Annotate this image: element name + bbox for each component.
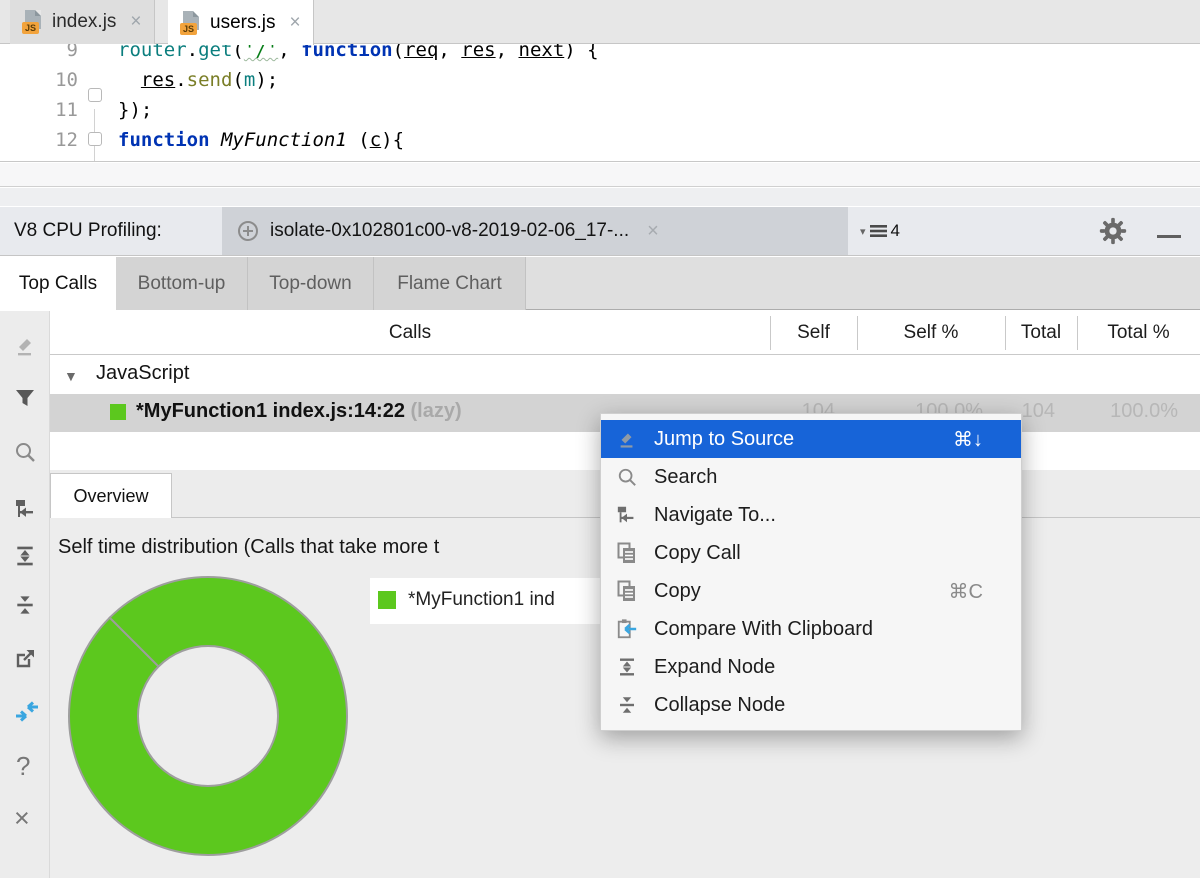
series-color-swatch xyxy=(110,404,126,420)
chevron-down-icon: ▾ xyxy=(860,225,866,238)
editor-tab-bar: JS index.js × JS users.js × xyxy=(0,0,1200,44)
navigate-icon xyxy=(615,504,639,526)
fold-marker-icon[interactable] xyxy=(88,132,102,146)
collapse-icon xyxy=(615,694,639,716)
menu-item-expand-node[interactable]: Expand Node xyxy=(601,648,1021,686)
search-icon[interactable] xyxy=(14,441,36,463)
editor-toolwindow-gap xyxy=(0,163,1200,187)
hide-toolwindow-icon[interactable] xyxy=(1157,235,1181,238)
tab-top-calls[interactable]: Top Calls xyxy=(0,257,116,311)
expand-all-icon[interactable] xyxy=(14,545,36,567)
line-number: 9 xyxy=(0,44,78,65)
help-icon[interactable]: ? xyxy=(16,751,30,773)
menu-item-navigate-to[interactable]: Navigate To... xyxy=(601,496,1021,534)
self-time-donut-chart xyxy=(62,570,354,862)
toolwindow-top-pad xyxy=(0,188,1200,206)
group-label: JavaScript xyxy=(96,362,189,385)
fold-marker-icon[interactable] xyxy=(88,88,102,102)
settings-gear-icon[interactable] xyxy=(1099,217,1127,245)
session-tab-title: isolate-0x102801c00-v8-2019-02-06_17-... xyxy=(270,220,629,242)
js-file-icon: JS xyxy=(180,11,202,35)
menu-item-compare-with-clipboard[interactable]: Compare With Clipboard xyxy=(601,610,1021,648)
tab-label: index.js xyxy=(52,11,116,33)
code-line-10: res.send(m); xyxy=(118,65,278,95)
column-header-total[interactable]: Total xyxy=(1005,311,1077,355)
scroll-to-source-icon[interactable] xyxy=(14,701,36,723)
expand-icon xyxy=(615,656,639,678)
cell-total: 104 xyxy=(1022,400,1055,423)
column-header-calls[interactable]: Calls xyxy=(50,311,770,355)
edit-source-icon[interactable] xyxy=(14,334,36,356)
tab-overview[interactable]: Overview xyxy=(50,473,172,518)
compare-clipboard-icon xyxy=(615,618,639,640)
pencil-icon xyxy=(615,428,639,450)
tab-users-js[interactable]: JS users.js × xyxy=(168,0,314,45)
tab-label: users.js xyxy=(210,12,275,34)
line-number: 11 xyxy=(0,95,78,125)
code-editor[interactable]: 9 10 11 12 router.get('/', function(req,… xyxy=(0,44,1200,162)
code-line-12: function MyFunction1 (c){ xyxy=(118,125,404,155)
cell-total-pct: 100.0% xyxy=(1110,400,1178,423)
ide-window: JS index.js × JS users.js × 9 10 11 12 r… xyxy=(0,0,1200,878)
sessions-history-dropdown[interactable]: ▾ 4 xyxy=(860,207,900,255)
menu-item-collapse-node[interactable]: Collapse Node xyxy=(601,686,1021,724)
profiler-header: V8 CPU Profiling: isolate-0x102801c00-v8… xyxy=(0,207,1200,256)
line-number: 10 xyxy=(0,65,78,95)
legend-color-swatch xyxy=(378,591,396,609)
sessions-count: 4 xyxy=(891,221,900,241)
menu-item-search[interactable]: Search xyxy=(601,458,1021,496)
list-icon xyxy=(869,223,888,239)
filter-icon[interactable] xyxy=(14,387,36,409)
collapse-all-icon[interactable] xyxy=(14,594,36,616)
close-icon[interactable]: × xyxy=(14,803,30,825)
tab-flame-chart[interactable]: Flame Chart xyxy=(374,257,526,310)
profiler-view-tabs: Top Calls Bottom-up Top-down Flame Chart xyxy=(0,257,1200,310)
close-session-icon[interactable]: × xyxy=(647,220,659,243)
copy-icon xyxy=(615,542,639,564)
menu-item-jump-to-source[interactable]: Jump to Source ⌘↓ xyxy=(601,420,1021,458)
js-file-icon: JS xyxy=(22,10,44,34)
search-icon xyxy=(615,466,639,488)
close-tab-icon[interactable]: × xyxy=(289,12,300,34)
copy-icon xyxy=(615,580,639,602)
close-tab-icon[interactable]: × xyxy=(130,11,141,33)
code-line-9: router.get('/', function(req, res, next)… xyxy=(118,44,599,65)
legend-label: *MyFunction1 ind xyxy=(408,589,555,611)
tab-bottom-up[interactable]: Bottom-up xyxy=(116,257,248,310)
export-icon[interactable] xyxy=(14,647,36,669)
profile-session-icon xyxy=(236,219,260,243)
menu-item-copy[interactable]: Copy ⌘C xyxy=(601,572,1021,610)
chevron-expanded-icon[interactable]: ▼ xyxy=(64,368,78,384)
call-label: *MyFunction1 index.js:14:22 (lazy) xyxy=(136,400,462,423)
column-header-total-pct[interactable]: Total % xyxy=(1077,311,1200,355)
context-menu: Jump to Source ⌘↓ Search Navigate To... … xyxy=(600,413,1022,731)
toolwindow-title: V8 CPU Profiling: xyxy=(0,207,222,255)
chart-legend: *MyFunction1 ind xyxy=(370,578,602,624)
call-suffix: (lazy) xyxy=(411,400,462,422)
profiler-side-toolbar: ? × xyxy=(0,311,50,878)
calls-table-header: Calls Self Self % Total Total % xyxy=(50,311,1200,355)
profiling-session-tab[interactable]: isolate-0x102801c00-v8-2019-02-06_17-...… xyxy=(222,207,848,255)
tab-top-down[interactable]: Top-down xyxy=(248,257,374,310)
navigate-icon[interactable] xyxy=(14,497,36,519)
code-line-11: }); xyxy=(118,95,152,125)
chart-title: Self time distribution (Calls that take … xyxy=(58,536,439,559)
column-header-self[interactable]: Self xyxy=(770,311,857,355)
column-header-self-pct[interactable]: Self % xyxy=(857,311,1005,355)
tab-index-js[interactable]: JS index.js × xyxy=(10,0,155,44)
tree-group-row[interactable]: ▼ JavaScript xyxy=(50,356,1200,394)
line-number: 12 xyxy=(0,125,78,155)
menu-item-copy-call[interactable]: Copy Call xyxy=(601,534,1021,572)
code-line-13-partial: let m xyxy=(118,155,175,162)
